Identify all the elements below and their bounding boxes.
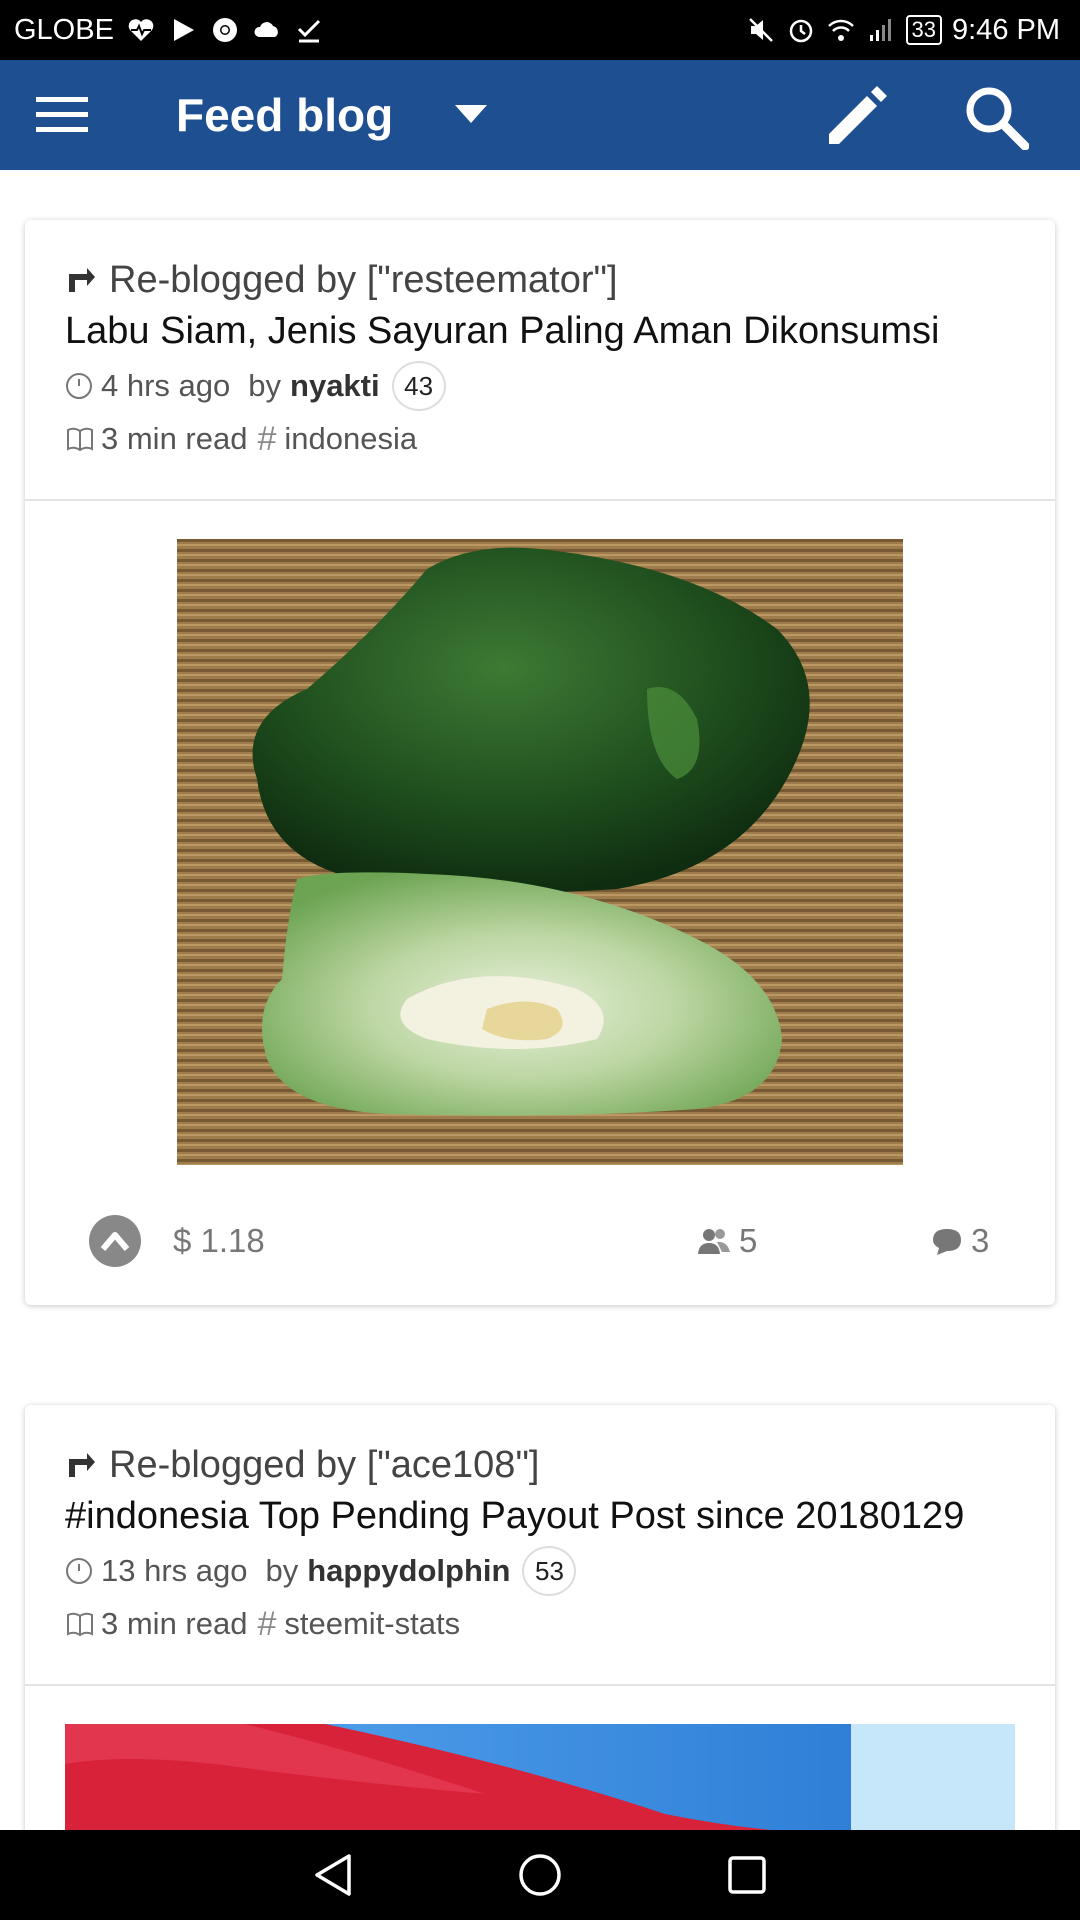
hashtag-icon: # (257, 419, 277, 458)
by-label: by (248, 368, 282, 403)
reblog-text: Re-blogged by ["resteemator"] (109, 258, 618, 301)
pencil-icon (829, 86, 887, 144)
status-bar: GLOBE 33 9:46 PM (0, 0, 1080, 60)
app-bar: Feed blog (0, 60, 1080, 170)
post-footer: $ 1.18 5 3 (25, 1211, 1055, 1271)
reblog-line: Re-blogged by ["resteemator"] (65, 256, 1015, 304)
cloud-icon (252, 15, 282, 45)
battery-icon: 33 (905, 15, 942, 45)
mute-icon (746, 15, 776, 45)
post-image[interactable] (65, 1724, 1015, 1830)
menu-button[interactable] (0, 60, 124, 170)
clock-icon (66, 1558, 92, 1584)
signal-icon (866, 15, 896, 45)
reputation-badge: 43 (391, 361, 446, 411)
post-time: 4 hrs ago (101, 368, 231, 403)
post-header: Re-blogged by ["resteemator"] Labu Siam,… (25, 220, 1055, 501)
carrier-label: GLOBE (14, 13, 114, 46)
search-icon (966, 87, 1029, 150)
play-icon (168, 15, 198, 45)
reblog-icon (69, 268, 95, 292)
author-link[interactable]: nyakti (290, 368, 380, 404)
upvote-icon (100, 1232, 130, 1251)
search-button[interactable] (956, 82, 1036, 152)
home-button[interactable] (510, 1845, 570, 1905)
reputation-badge: 53 (522, 1546, 577, 1596)
feed-list[interactable]: Re-blogged by ["resteemator"] Labu Siam,… (0, 170, 1080, 1830)
author-link[interactable]: happydolphin (307, 1553, 510, 1589)
post-header: Re-blogged by ["ace108"] #indonesia Top … (25, 1405, 1055, 1686)
home-icon (519, 1854, 561, 1896)
book-icon (67, 427, 93, 452)
page-title[interactable]: Feed blog (176, 88, 393, 142)
post-time: 13 hrs ago (101, 1553, 248, 1588)
post-title[interactable]: Labu Siam, Jenis Sayuran Paling Aman Dik… (65, 308, 1015, 354)
book-icon (67, 1612, 93, 1637)
wifi-icon (826, 15, 856, 45)
recents-button[interactable] (717, 1845, 777, 1905)
comment-icon (933, 1229, 961, 1255)
read-time-line: 3 min read # indonesia (65, 416, 1015, 462)
by-label: by (265, 1553, 299, 1588)
dollar-icon: $ (173, 1222, 192, 1259)
post-tag[interactable]: steemit-stats (284, 1606, 460, 1642)
status-time: 9:46 PM (952, 13, 1060, 46)
post-tag[interactable]: indonesia (284, 421, 417, 457)
reblog-icon (69, 1453, 95, 1477)
alarm-icon (786, 15, 816, 45)
reblog-line: Re-blogged by ["ace108"] (65, 1441, 1015, 1489)
voters-icon (698, 1229, 730, 1254)
compose-button[interactable] (816, 82, 896, 152)
post-card[interactable]: Re-blogged by ["ace108"] #indonesia Top … (25, 1405, 1055, 1830)
reblog-text: Re-blogged by ["ace108"] (109, 1443, 540, 1486)
dropdown-arrow-icon (455, 105, 488, 123)
comments-count[interactable]: 3 (931, 1222, 989, 1260)
voters-count[interactable]: 5 (697, 1222, 757, 1260)
navigation-bar (0, 1830, 1080, 1920)
menu-icon (36, 97, 88, 132)
recents-icon (727, 1856, 766, 1894)
read-time-line: 3 min read # steemit-stats (65, 1601, 1015, 1647)
check-icon (294, 15, 324, 45)
read-time: 3 min read (101, 1606, 248, 1641)
post-image-area (25, 1686, 1055, 1830)
heart-monitor-icon (126, 15, 156, 45)
post-card[interactable]: Re-blogged by ["resteemator"] Labu Siam,… (25, 220, 1055, 1305)
post-image[interactable] (177, 539, 903, 1165)
post-meta: 4 hrs ago by nyakti 43 (65, 361, 1015, 411)
payout-value: $ 1.18 (173, 1222, 265, 1259)
hashtag-icon: # (257, 1604, 277, 1643)
post-title[interactable]: #indonesia Top Pending Payout Post since… (65, 1493, 1015, 1539)
chrome-icon (210, 15, 240, 45)
back-icon (315, 1854, 352, 1896)
read-time: 3 min read (101, 421, 248, 456)
back-button[interactable] (303, 1845, 363, 1905)
post-image-area: $ 1.18 5 3 (25, 501, 1055, 1303)
upvote-button[interactable] (89, 1215, 141, 1267)
feed-dropdown-button[interactable] (441, 85, 501, 145)
clock-icon (66, 373, 92, 399)
post-meta: 13 hrs ago by happydolphin 53 (65, 1546, 1015, 1596)
